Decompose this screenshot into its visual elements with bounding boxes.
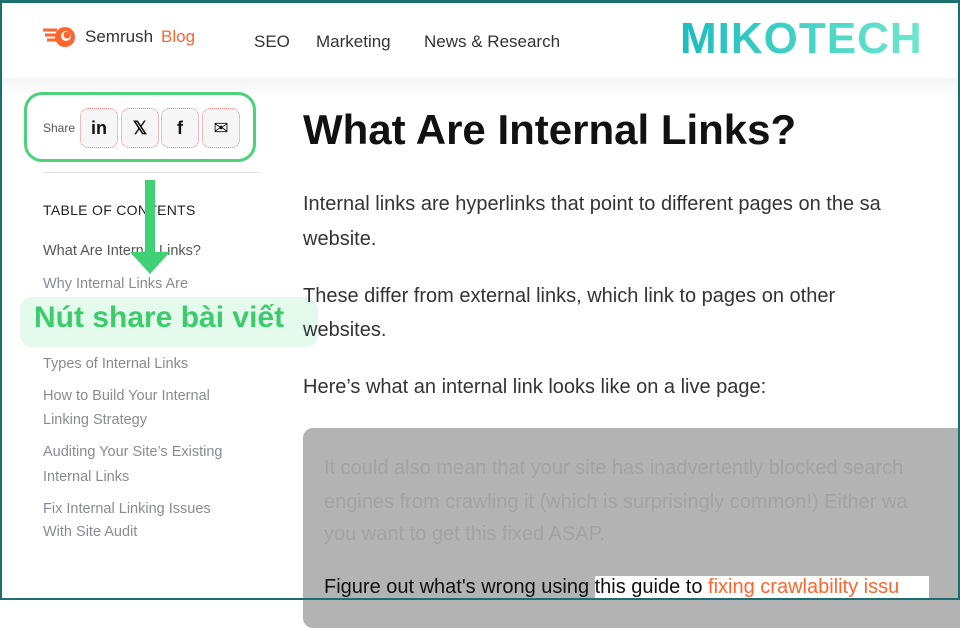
internal-link-example[interactable]: fixing crawlability issu	[708, 576, 899, 598]
paragraph-line: Here’s what an internal link looks like …	[303, 376, 767, 398]
nav-marketing[interactable]: Marketing	[316, 32, 391, 52]
share-label: Share	[43, 121, 76, 135]
paragraph-line: website.	[303, 228, 377, 250]
linkedin-icon: in	[91, 117, 107, 138]
annotation-arrowhead-icon	[130, 252, 170, 274]
x-icon: 𝕏	[132, 117, 148, 138]
sidebar-divider	[43, 172, 260, 173]
example-highlight-line: Figure out what's wrong using this guide…	[324, 576, 930, 599]
paragraph-line: websites.	[303, 319, 387, 341]
toc-item[interactable]: How to Build Your Internal	[43, 384, 210, 408]
paragraph-line: These differ from external links, which …	[303, 285, 836, 307]
annotation-callout: Nút share bài viết	[20, 297, 318, 347]
paragraph-line: Internal links are hyperlinks that point…	[303, 193, 881, 215]
semrush-flame-icon	[43, 27, 75, 47]
brand-suffix: Blog	[161, 27, 196, 46]
highlighted-anchor: this guide to fixing crawlability issu	[594, 576, 930, 598]
toc-item[interactable]: Linking Strategy	[43, 408, 147, 432]
article-title: What Are Internal Links?	[303, 106, 797, 153]
example-text: Figure out what's wrong using	[324, 576, 595, 598]
mail-icon: ✉	[213, 117, 229, 138]
toc-item[interactable]: With Site Audit	[43, 520, 137, 544]
nav-news-research[interactable]: News & Research	[424, 32, 560, 52]
mikotech-watermark: MIKOTECH	[680, 14, 923, 63]
share-x-button[interactable]: 𝕏	[121, 108, 159, 148]
annotation-arrow-icon	[145, 180, 155, 254]
toc-item[interactable]: Auditing Your Site’s Existing	[43, 440, 223, 464]
brand-name: Semrush	[85, 27, 154, 46]
facebook-icon: f	[177, 117, 183, 138]
share-linkedin-button[interactable]: in	[80, 108, 118, 148]
toc-item[interactable]: Types of Internal Links	[43, 352, 188, 376]
toc-item[interactable]: Why Internal Links Are	[43, 272, 188, 296]
nav-seo[interactable]: SEO	[254, 32, 290, 52]
share-email-button[interactable]: ✉	[202, 108, 240, 148]
toc-title: TABLE OF CONTENTS	[43, 202, 196, 218]
toc-item[interactable]: Fix Internal Linking Issues	[43, 497, 211, 521]
share-facebook-button[interactable]: f	[161, 108, 199, 148]
example-line: It could also mean that your site has in…	[324, 457, 904, 479]
example-line: you want to get this fixed ASAP.	[324, 523, 605, 545]
semrush-blog-logo[interactable]: Semrush Blog	[43, 26, 195, 48]
site-header: Semrush Blog SEO Marketing News & Researc…	[0, 0, 960, 78]
example-text: this guide to	[594, 576, 709, 598]
example-line: engines from crawling it (which is surpr…	[324, 491, 908, 513]
toc-item[interactable]: Internal Links	[43, 465, 129, 489]
toc-item[interactable]: What Are Internal Links?	[43, 239, 201, 263]
